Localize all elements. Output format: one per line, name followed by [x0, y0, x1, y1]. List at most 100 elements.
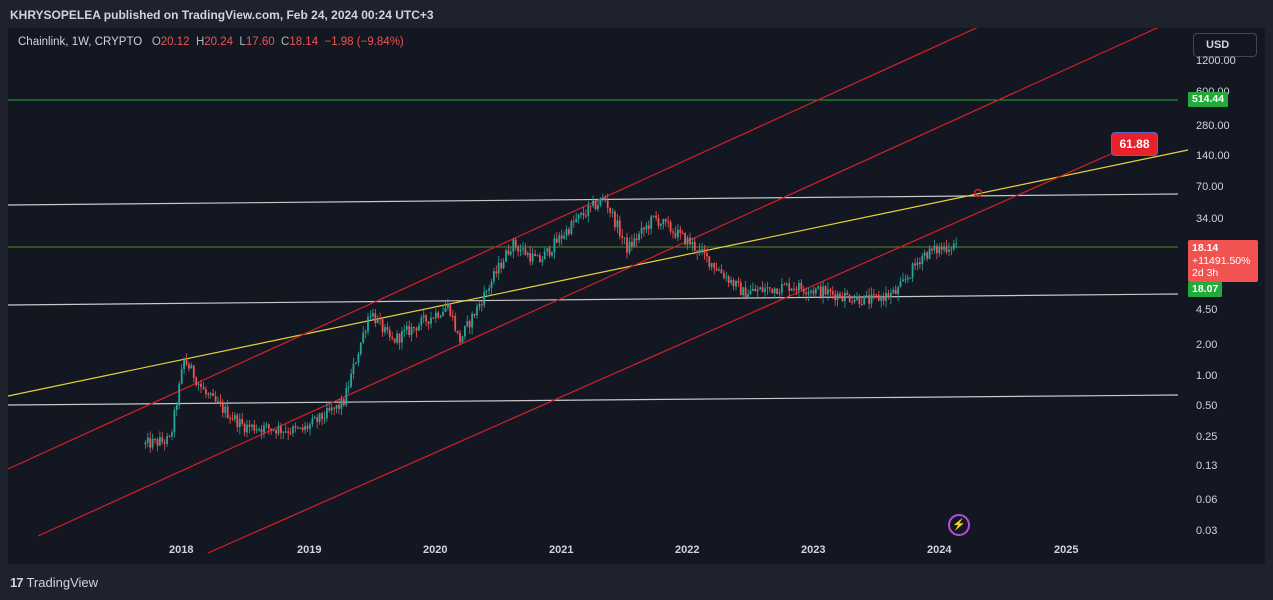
candle-body — [788, 283, 791, 291]
change-value: −1.98 (−9.84%) — [324, 36, 404, 48]
candle-body — [403, 329, 406, 332]
candle-body — [730, 280, 732, 283]
candle-body — [938, 247, 941, 254]
candle-body — [848, 295, 851, 302]
candle-body — [553, 238, 556, 253]
candle-body — [623, 237, 626, 239]
bar-countdown: 2d 3h — [1192, 267, 1219, 279]
price-tick: 70.00 — [1196, 181, 1224, 193]
candle-body — [384, 327, 386, 333]
candle-body — [952, 243, 955, 249]
candle-body — [149, 437, 152, 448]
candle-body — [270, 428, 273, 431]
candle-body — [919, 262, 921, 264]
chart-canvas[interactable] — [8, 28, 1265, 564]
candle-body — [672, 231, 674, 233]
candle-body — [766, 287, 769, 289]
candle-body — [299, 427, 302, 429]
footer: 17 TradingView — [0, 566, 1273, 600]
candle-body — [214, 396, 217, 402]
candle-body — [928, 248, 931, 259]
candle-body — [880, 296, 883, 301]
candle-body — [829, 289, 832, 292]
candle-body — [316, 417, 319, 422]
candle-body — [735, 281, 737, 287]
candle-body — [163, 441, 166, 444]
candle-body — [773, 288, 776, 294]
candle-body — [464, 326, 466, 337]
chart-area[interactable]: Chainlink, 1W, CRYPTO O20.12 H20.24 L17.… — [8, 28, 1265, 564]
candle-body — [768, 287, 771, 289]
candle-body — [635, 238, 638, 241]
candle-body — [589, 205, 592, 207]
candle-body — [401, 331, 403, 343]
year-tick: 2021 — [549, 544, 574, 556]
tradingview-brand: TradingView — [26, 575, 99, 590]
candle-body — [948, 249, 950, 252]
candle-body — [681, 232, 684, 234]
candle-body — [706, 253, 708, 257]
open-label: O — [151, 36, 161, 48]
candle-body — [701, 248, 703, 250]
candle-body — [381, 319, 384, 333]
candle-body — [483, 291, 486, 306]
candle-body — [892, 289, 895, 293]
candle-body — [839, 293, 841, 298]
candle-body — [628, 241, 631, 253]
candle-body — [236, 415, 239, 427]
candle-body — [609, 208, 611, 213]
candle-body — [631, 241, 633, 247]
candle-body — [662, 219, 665, 225]
candle-body — [870, 294, 873, 304]
candle-body — [267, 424, 270, 429]
candle-body — [667, 221, 670, 223]
candle-body — [846, 292, 849, 296]
lightning-icon[interactable]: ⚡ — [948, 514, 970, 536]
candle-body — [691, 241, 694, 245]
horizontal-line-lower — [8, 394, 1179, 406]
candle-body — [674, 232, 677, 238]
candle-body — [710, 263, 713, 267]
candle-body — [572, 221, 575, 223]
candle-body — [713, 263, 716, 269]
candle-body — [231, 418, 234, 420]
candle-body — [473, 314, 476, 316]
candle-body — [246, 424, 248, 433]
candle-body — [570, 221, 573, 234]
candle-body — [817, 286, 820, 289]
currency-button[interactable]: USD — [1193, 33, 1257, 57]
candle-body — [480, 304, 483, 306]
candle-body — [555, 238, 558, 243]
candle-body — [171, 432, 173, 437]
open-value: 20.12 — [160, 36, 190, 48]
candle-body — [408, 326, 411, 335]
candle-body — [560, 235, 563, 239]
candle-body — [727, 276, 730, 283]
candle-body — [669, 222, 672, 232]
candle-body — [931, 248, 933, 251]
candle-body — [219, 401, 222, 404]
candle-body — [248, 424, 251, 427]
candle-body — [868, 295, 870, 304]
candle-body — [696, 250, 699, 253]
tradingview-logo-mark: 17 — [10, 575, 24, 590]
candle-body — [376, 318, 379, 324]
high-value: 20.24 — [204, 36, 234, 48]
symbol-name[interactable]: Chainlink, 1W, CRYPTO — [18, 36, 142, 48]
candle-body — [454, 316, 457, 331]
candle-body — [752, 288, 754, 291]
candle-body — [468, 321, 471, 328]
year-tick: 2022 — [675, 544, 700, 556]
tradingview-logo[interactable]: 17 TradingView — [10, 575, 98, 590]
candle-body — [309, 424, 311, 429]
candle-body — [306, 426, 309, 429]
candle-body — [321, 413, 323, 419]
candle-body — [323, 418, 326, 420]
candle-body — [422, 315, 425, 318]
candle-body — [449, 303, 452, 316]
candle-body — [606, 200, 609, 208]
candle-body — [159, 437, 161, 446]
price-tick: 0.06 — [1196, 494, 1218, 506]
target-price-callout[interactable]: 61.88 — [1111, 132, 1158, 156]
candle-body — [650, 216, 653, 229]
